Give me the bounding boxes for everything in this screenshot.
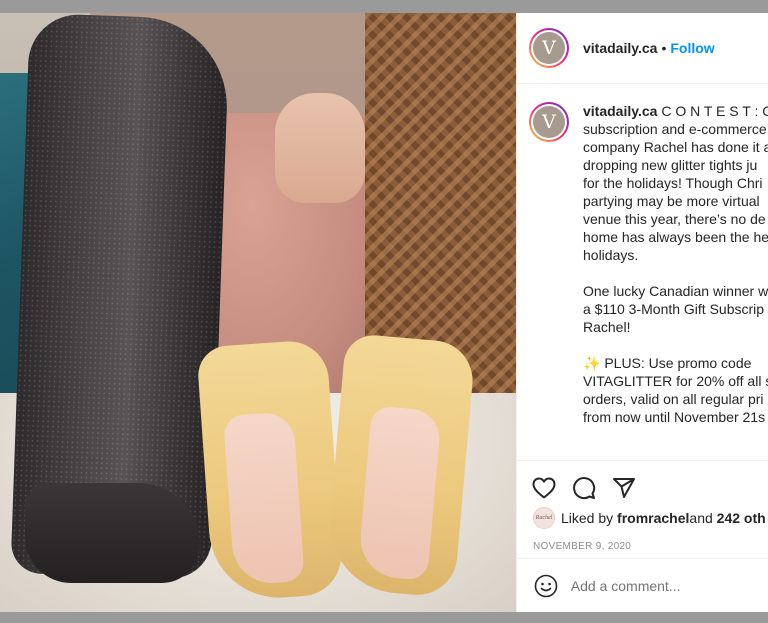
caption-text: vitadaily.ca C O N T E S T : C subscript…	[583, 102, 768, 460]
photo-shoe-left	[196, 338, 344, 603]
shoe-insole	[357, 405, 442, 581]
photo-hand	[275, 93, 365, 203]
caption-username[interactable]: vitadaily.ca	[583, 103, 657, 119]
photo-foot	[25, 483, 200, 583]
avatar[interactable]: V	[529, 28, 569, 68]
avatar-logo: V	[533, 106, 565, 138]
likes-prefix: Liked by	[561, 510, 614, 526]
comment-icon[interactable]	[571, 475, 597, 501]
caption-line: holidays.	[583, 247, 639, 263]
caption-line: dropping new glitter tights ju	[583, 157, 758, 173]
shoe-insole	[223, 411, 305, 586]
photo-shoe-right	[324, 332, 476, 599]
likes-count[interactable]: 242 oth	[717, 510, 766, 526]
caption-line: home has always been the he	[583, 229, 768, 245]
caption-line: venue this year, there’s no de	[583, 211, 766, 227]
caption-line: vitadaily.ca C O N T E S T : C	[583, 102, 768, 120]
caption-line: a $110 3-Month Gift Subscrip	[583, 301, 765, 317]
caption-avatar[interactable]: V	[529, 102, 569, 142]
caption-line-text: C O N T E S T : C	[657, 103, 768, 119]
post-actions-section: Rachel Liked by fromrachel and 242 oth N…	[517, 460, 768, 563]
comment-input[interactable]	[570, 577, 768, 594]
post-modal: V vitadaily.ca • Follow V vitadaily.ca C…	[0, 13, 768, 612]
modal-backdrop-top[interactable]	[0, 0, 768, 13]
post-header: V vitadaily.ca • Follow	[517, 13, 768, 84]
avatar-logo: V	[533, 32, 565, 64]
caption-line: orders, valid on all regular pri	[583, 391, 764, 407]
caption-line: company Rachel has done it a	[583, 139, 768, 155]
liker-username[interactable]: fromrachel	[617, 510, 689, 526]
action-bar	[517, 461, 768, 505]
caption-area[interactable]: V vitadaily.ca C O N T E S T : C subscri…	[517, 84, 768, 460]
likes-middle: and	[689, 510, 713, 526]
caption-line: for the holidays! Though Chri	[583, 175, 763, 191]
caption-line: partying may be more virtual	[583, 193, 760, 209]
avatar-ring: V	[531, 30, 567, 66]
caption-line: VITAGLITTER for 20% off all s	[583, 373, 768, 389]
avatar-ring: V	[531, 104, 567, 140]
follow-button[interactable]: Follow	[670, 40, 714, 56]
post-photo[interactable]	[0, 13, 516, 612]
comment-bar	[517, 558, 768, 612]
header-username[interactable]: vitadaily.ca	[583, 40, 657, 56]
caption-line: ✨ PLUS: Use promo code	[583, 355, 752, 371]
likes-summary[interactable]: Rachel Liked by fromrachel and 242 oth	[517, 505, 768, 531]
header-separator: •	[661, 40, 667, 56]
post-side-panel: V vitadaily.ca • Follow V vitadaily.ca C…	[516, 13, 768, 612]
share-icon[interactable]	[611, 475, 637, 501]
caption-line: One lucky Canadian winner w	[583, 283, 768, 299]
caption-line: Rachel!	[583, 319, 631, 335]
heart-icon[interactable]	[531, 475, 557, 501]
caption-line: from now until November 21s	[583, 409, 766, 425]
emoji-icon[interactable]	[533, 573, 559, 599]
caption-line: subscription and e-commerce	[583, 121, 767, 137]
liker-avatar[interactable]: Rachel	[533, 507, 555, 529]
modal-backdrop-bottom[interactable]	[0, 612, 768, 623]
